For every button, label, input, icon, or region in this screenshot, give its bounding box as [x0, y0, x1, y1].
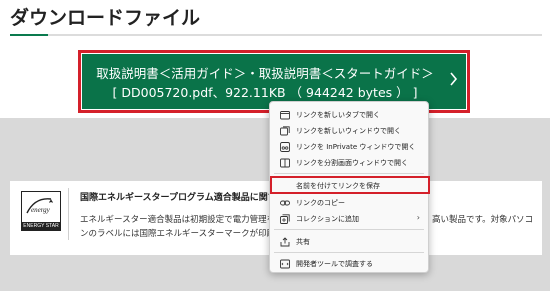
chevron-right-icon: [450, 72, 458, 86]
menu-item-label: コレクションに追加: [296, 215, 359, 223]
menu-share[interactable]: 共有: [270, 234, 428, 250]
menu-item-label: 開発者ツールで調査する: [296, 260, 373, 268]
menu-item-label: リンクを InPrivate ウィンドウで開く: [296, 143, 416, 151]
menu-open-new-tab[interactable]: リンクを新しいタブで開く: [270, 107, 428, 123]
title-divider: [10, 34, 542, 36]
menu-separator: [274, 229, 424, 230]
download-file-info: [ DD005720.pdf、922.11KB （ 944242 bytes ）…: [112, 85, 418, 100]
menu-item-label: リンクを新しいウィンドウで開く: [296, 127, 401, 135]
energy-star-text-line1: エネルギースター適合製品は初期設定で電力管理を: [80, 215, 276, 225]
share-icon: [280, 237, 290, 247]
menu-separator: [274, 173, 424, 174]
menu-separator: [274, 252, 424, 253]
menu-item-label: 共有: [296, 238, 310, 246]
energy-star-text-tail: 高い製品です。対象パソコ: [432, 215, 534, 225]
split-screen-icon: [280, 158, 290, 168]
svg-text:energy: energy: [31, 206, 51, 214]
inprivate-icon: [280, 142, 290, 152]
devtools-icon: [280, 259, 290, 269]
menu-open-new-window[interactable]: リンクを新しいウィンドウで開く: [270, 123, 428, 139]
energy-star-text-line2: ンのラベルには国際エネルギースターマークが印刷さ: [80, 229, 284, 239]
energy-star-heading: 国際エネルギースタープログラム適合製品に関す: [80, 193, 277, 203]
page-title: ダウンロードファイル: [10, 7, 201, 29]
menu-item-label: リンクのコピー: [296, 199, 345, 207]
energy-star-caption: ENERGY STAR: [22, 222, 60, 230]
energy-star-logo: energy ENERGY STAR: [21, 191, 61, 231]
menu-open-inprivate[interactable]: リンクを InPrivate ウィンドウで開く: [270, 139, 428, 155]
link-icon: [280, 200, 290, 206]
new-window-icon: [280, 126, 290, 136]
energy-star-mark-icon: energy: [26, 198, 53, 214]
title-divider-accent: [10, 34, 48, 36]
section-divider: [68, 188, 69, 240]
menu-add-to-collections[interactable]: コレクションに追加 ›: [270, 211, 428, 227]
menu-item-label: リンクを分割画面ウィンドウで開く: [296, 159, 408, 167]
collections-icon: [280, 214, 290, 224]
menu-copy-link[interactable]: リンクのコピー: [270, 195, 428, 211]
save-link-highlight-frame: [270, 176, 430, 194]
download-title: 取扱説明書＜活用ガイド＞・取扱説明書＜スタートガイド＞: [96, 66, 434, 81]
menu-inspect-devtools[interactable]: 開発者ツールで調査する: [270, 256, 428, 272]
menu-item-label: リンクを新しいタブで開く: [296, 111, 380, 119]
new-tab-icon: [280, 111, 290, 120]
chevron-right-icon: ›: [416, 213, 420, 222]
menu-open-split-screen[interactable]: リンクを分割画面ウィンドウで開く: [270, 155, 428, 171]
